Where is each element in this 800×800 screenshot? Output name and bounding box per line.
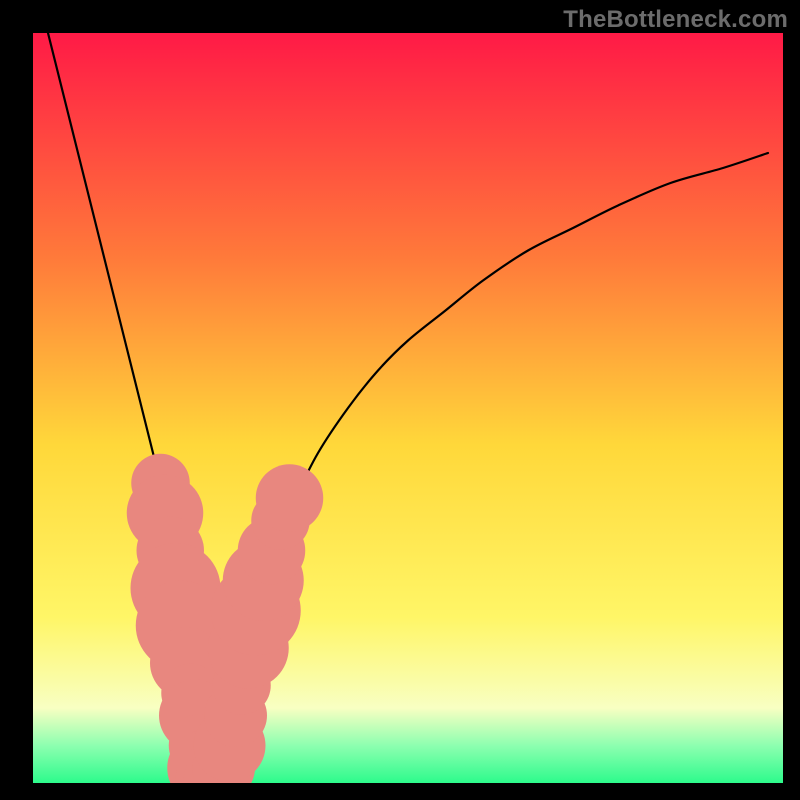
watermark-label: TheBottleneck.com xyxy=(563,6,788,34)
bottleneck-chart xyxy=(33,33,783,783)
plot-area xyxy=(33,33,783,783)
gradient-background xyxy=(33,33,783,783)
curve-marker xyxy=(256,464,324,532)
chart-frame: TheBottleneck.com xyxy=(0,0,800,800)
